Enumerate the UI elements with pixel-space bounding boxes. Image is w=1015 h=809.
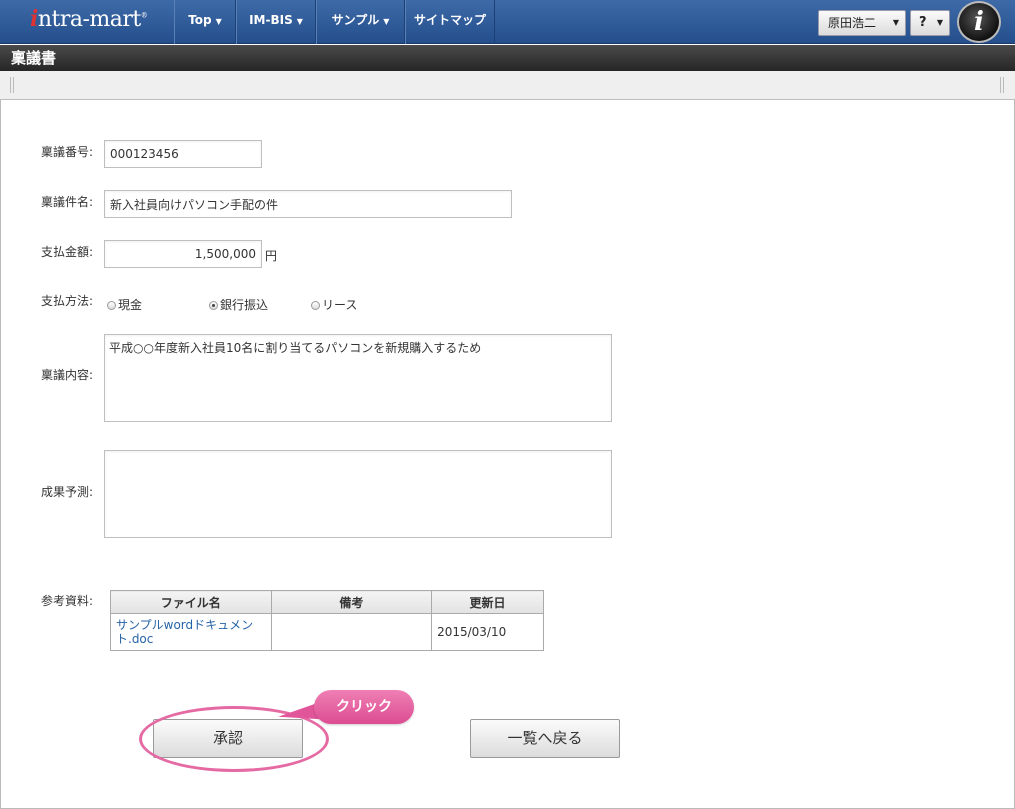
chevron-down-icon: ▼ [936, 18, 943, 27]
radio-unchecked-icon[interactable] [311, 301, 320, 310]
column-header-updated: 更新日 [431, 590, 544, 614]
radio-unchecked-icon[interactable] [107, 301, 116, 310]
chevron-down-icon: ▼ [296, 17, 303, 26]
nav-sitemap-label: サイトマップ [413, 13, 486, 27]
reference-label: 参考資料: [41, 594, 94, 608]
nav-imbis-label: IM-BIS [249, 13, 293, 27]
table-row: サンプルwordドキュメント.doc 2015/03/10 [110, 613, 544, 651]
nav-imbis-menu[interactable]: IM-BIS ▼ [236, 0, 316, 44]
file-name-link[interactable]: サンプルwordドキュメント.doc [110, 613, 272, 651]
click-callout-bubble: クリック [314, 690, 414, 724]
amount-label: 支払金額: [41, 245, 94, 259]
logo-i-letter: i [30, 6, 38, 32]
back-to-list-button[interactable]: 一覧へ戻る [470, 719, 620, 758]
amount-unit: 円 [265, 249, 278, 263]
column-header-note: 備考 [270, 590, 433, 614]
content-label: 稟議内容: [41, 368, 94, 382]
page-title: 稟議書 [11, 49, 57, 67]
expected-result-textarea[interactable] [104, 450, 612, 538]
payment-option-cash-label: 現金 [118, 298, 143, 312]
payment-option-cash[interactable]: 現金 [107, 296, 142, 313]
amount-input[interactable] [104, 240, 262, 268]
payment-method-label: 支払方法: [41, 294, 94, 308]
reference-files-table: ファイル名 備考 更新日 サンプルwordドキュメント.doc 2015/03/… [110, 590, 544, 651]
content-textarea[interactable]: 平成○○年度新入社員10名に割り当てるパソコンを新規購入するため [104, 334, 612, 422]
proposal-number-label: 稟議番号: [41, 145, 94, 159]
logo-text: ntra-mart [37, 7, 141, 32]
payment-option-bank-transfer-label: 銀行振込 [220, 298, 269, 312]
nav-top-menu[interactable]: Top ▼ [174, 0, 236, 44]
payment-option-bank-transfer[interactable]: 銀行振込 [209, 296, 268, 313]
chevron-down-icon: ▼ [383, 17, 390, 26]
file-updated-cell: 2015/03/10 [431, 613, 544, 651]
radio-checked-icon[interactable] [209, 301, 218, 310]
page-title-bar: 稟議書 [0, 45, 1015, 71]
column-header-file-name: ファイル名 [110, 590, 272, 614]
toolbar-left-divider [10, 77, 14, 93]
user-menu-button[interactable]: 原田浩二 ▼ [818, 10, 906, 36]
proposal-number-input[interactable] [104, 140, 262, 168]
toolbar-right-divider [1000, 77, 1004, 93]
file-note-cell [270, 613, 433, 651]
nav-top-label: Top [188, 13, 212, 27]
top-navigation-bar: intra-mart® Top ▼ IM-BIS ▼ サンプル ▼ サイトマップ 原田… [0, 0, 1015, 44]
expected-result-label: 成果予測: [41, 485, 94, 499]
logo-registered-mark: ® [140, 11, 148, 20]
nav-sitemap-link[interactable]: サイトマップ [405, 0, 495, 44]
intra-mart-emblem-icon: i [957, 1, 1001, 43]
toolbar-strip [0, 71, 1015, 100]
payment-option-lease-label: リース [322, 298, 358, 312]
chevron-down-icon: ▼ [892, 18, 899, 27]
help-icon: ? [919, 15, 927, 30]
help-menu-button[interactable]: ? ▼ [910, 10, 950, 36]
chevron-down-icon: ▼ [215, 17, 222, 26]
payment-option-lease[interactable]: リース [311, 296, 357, 313]
table-header-row: ファイル名 備考 更新日 [110, 590, 544, 614]
subject-label: 稟議件名: [41, 195, 94, 209]
subject-input[interactable] [104, 190, 512, 218]
nav-sample-menu[interactable]: サンプル ▼ [316, 0, 405, 44]
user-name: 原田浩二 [828, 16, 877, 30]
intra-mart-logo[interactable]: intra-mart® [30, 6, 170, 36]
nav-sample-label: サンプル [331, 13, 380, 27]
